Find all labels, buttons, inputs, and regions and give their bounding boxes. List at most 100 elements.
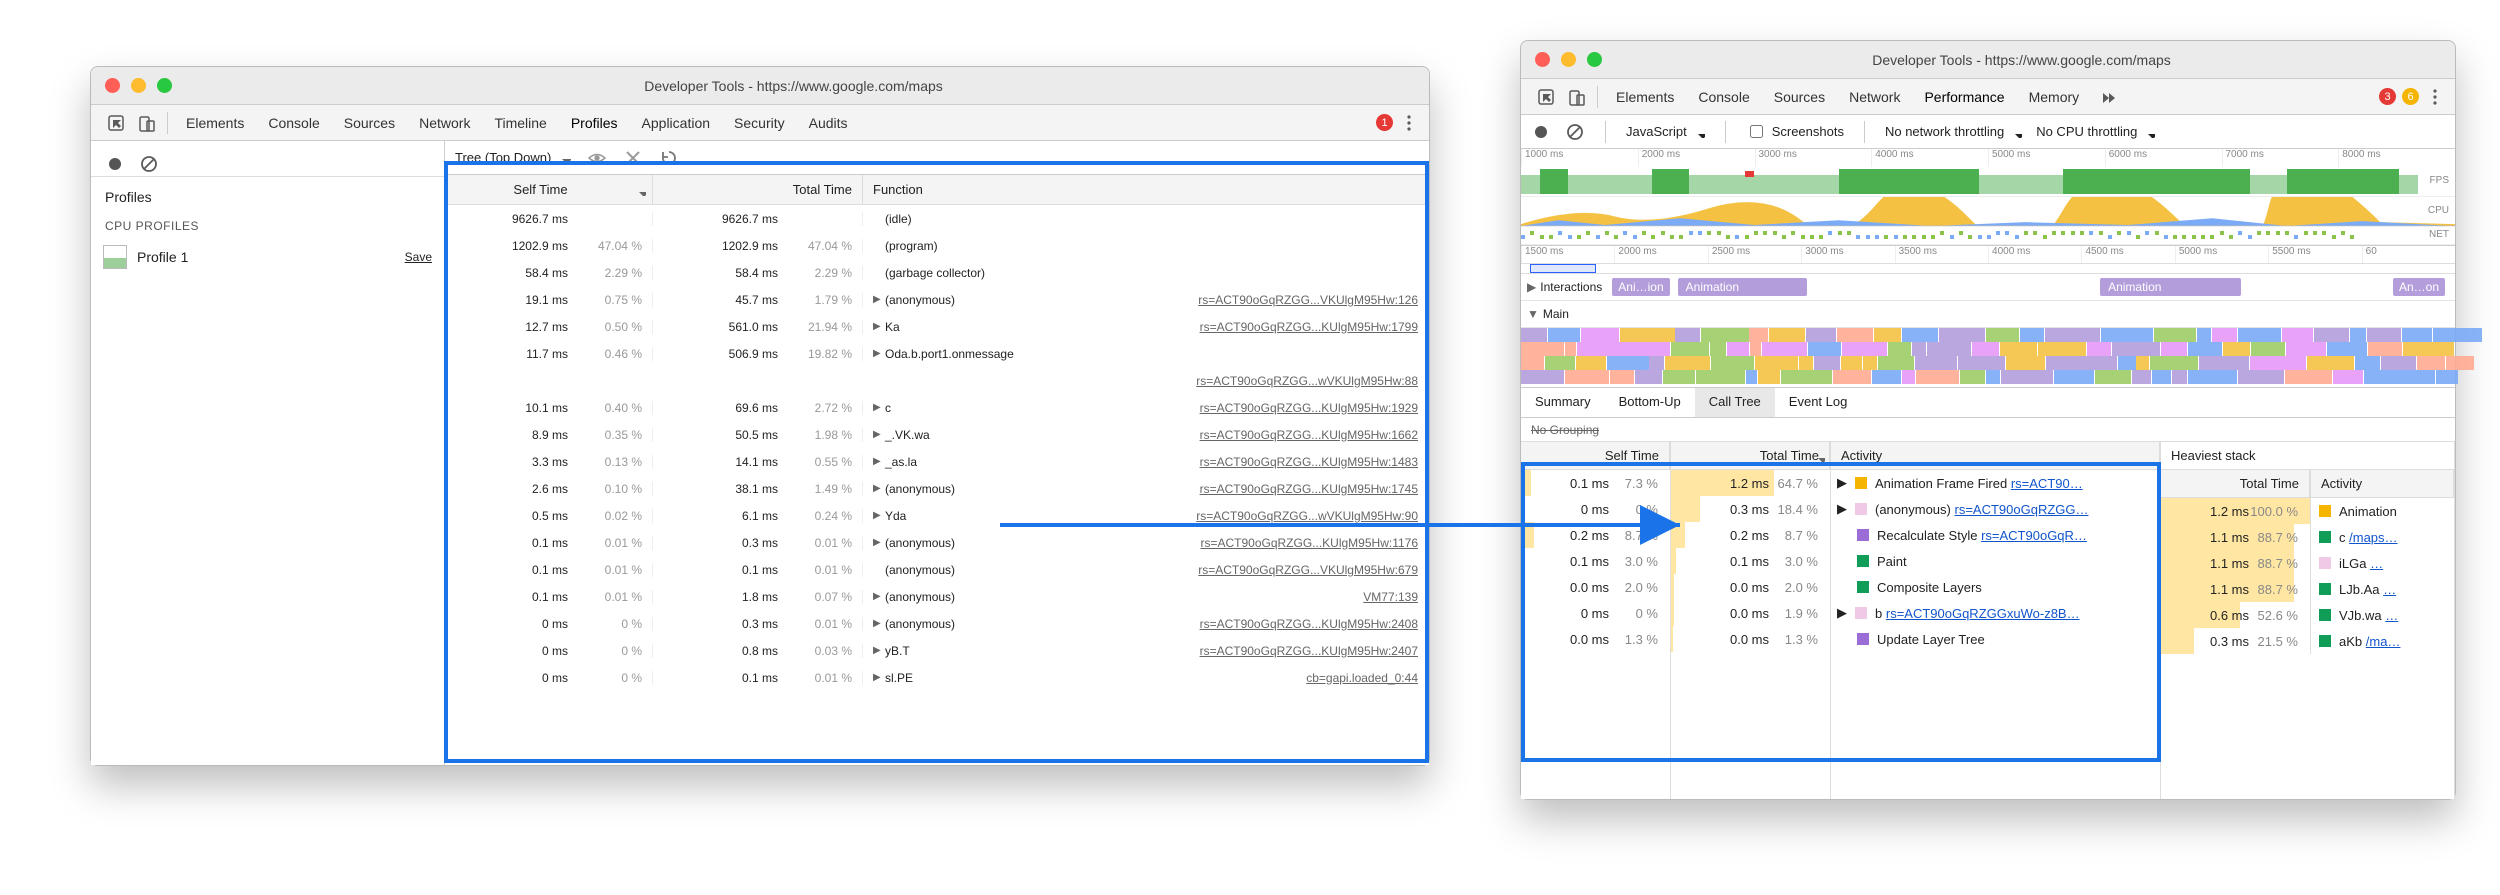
table-row[interactable]: 0 ms0 %0.8 ms0.03 %▶yB.Trs=ACT90oGqRZGG.… — [445, 637, 1429, 664]
table-row[interactable]: 2.6 ms0.10 %38.1 ms1.49 %▶(anonymous)rs=… — [445, 475, 1429, 502]
col-activity[interactable]: Activity — [1841, 448, 1882, 463]
subtab-bottom-up[interactable]: Bottom-Up — [1605, 388, 1695, 417]
more-icon[interactable] — [2425, 87, 2445, 107]
tab-audits[interactable]: Audits — [797, 109, 860, 137]
zoom-icon[interactable] — [1587, 52, 1602, 67]
tab-network[interactable]: Network — [407, 109, 482, 137]
interactions-track[interactable]: ▶ Interactions Ani…ion Animation Animati… — [1521, 274, 2455, 301]
device-icon[interactable] — [1561, 87, 1591, 107]
source-link[interactable]: rs=ACT90oGqRZGG...KUlgM95Hw:1662 — [1188, 428, 1418, 442]
cpu-lane[interactable]: CPU — [1521, 197, 2455, 227]
record-icon[interactable] — [105, 154, 125, 174]
screenshots-toggle[interactable]: Screenshots — [1746, 122, 1844, 141]
tab-console[interactable]: Console — [1686, 83, 1761, 111]
source-link[interactable]: rs=ACT90oGqRZGG...KUlgM95Hw:1929 — [1188, 401, 1418, 415]
minimize-icon[interactable] — [131, 78, 146, 93]
tab-sources[interactable]: Sources — [332, 109, 407, 137]
source-link[interactable]: rs=ACT90oGqRZGG...KUlgM95Hw:1483 — [1188, 455, 1418, 469]
tab-memory[interactable]: Memory — [2017, 83, 2092, 111]
subtab-event-log[interactable]: Event Log — [1775, 388, 1862, 417]
col-self-time[interactable]: Self Time — [445, 175, 653, 204]
device-icon[interactable] — [131, 113, 161, 133]
col-function[interactable]: Function — [863, 175, 1429, 204]
clear-icon[interactable] — [139, 154, 159, 174]
source-link[interactable]: rs=ACT90oGqRZGG...KUlgM95Hw:1745 — [1188, 482, 1418, 496]
tab-application[interactable]: Application — [630, 109, 723, 137]
activity-row[interactable]: ▶Animation Frame Fired rs=ACT90… — [1831, 470, 2160, 496]
activity-row[interactable]: Paint — [1831, 548, 2160, 574]
table-row[interactable]: 12.7 ms0.50 %561.0 ms21.94 %▶Kars=ACT90o… — [445, 313, 1429, 340]
error-badge[interactable]: 3 — [2379, 88, 2396, 105]
col-total-time[interactable]: Total Time — [653, 175, 863, 204]
col-total[interactable]: Total Time — [1760, 448, 1819, 463]
net-lane[interactable]: NET — [1521, 227, 2455, 245]
table-row[interactable]: 0.1 ms0.01 %0.1 ms0.01 %(anonymous)rs=AC… — [445, 556, 1429, 583]
tab-sources[interactable]: Sources — [1762, 83, 1837, 111]
source-link[interactable]: cb=gapi.loaded_0:44 — [1294, 671, 1418, 685]
tab-security[interactable]: Security — [722, 109, 797, 137]
focus-icon[interactable] — [587, 148, 607, 168]
activity-row[interactable]: aKb /ma… — [2311, 628, 2454, 654]
col-self[interactable]: Self Time — [1605, 448, 1659, 463]
close-icon[interactable] — [105, 78, 120, 93]
network-throttle-select[interactable]: No network throttling — [1885, 124, 2022, 139]
activity-row[interactable]: ▶b rs=ACT90oGqRZGGxuWo-z8B… — [1831, 600, 2160, 626]
source-link[interactable]: rs=ACT90oGqRZGG...KUlgM95Hw:1176 — [1188, 536, 1418, 550]
save-link[interactable]: Save — [405, 250, 432, 264]
table-row[interactable]: 0.5 ms0.02 %6.1 ms0.24 %▶Ydars=ACT90oGqR… — [445, 502, 1429, 529]
source-link[interactable]: rs=ACT90oGqRZGG...wVKUlgM95Hw:88 — [1184, 374, 1418, 388]
clear-icon[interactable] — [1565, 122, 1585, 142]
error-badge[interactable]: 1 — [1376, 114, 1393, 131]
record-icon[interactable] — [1531, 122, 1551, 142]
profile-item[interactable]: Profile 1 Save — [91, 239, 444, 275]
activity-row[interactable]: LJb.Aa … — [2311, 576, 2454, 602]
source-link[interactable]: rs=ACT90oGqRZGG...KUlgM95Hw:2407 — [1188, 644, 1418, 658]
grouping-select[interactable]: No Grouping — [1531, 423, 1599, 437]
activity-row[interactable]: VJb.wa … — [2311, 602, 2454, 628]
activity-row[interactable]: Animation — [2311, 498, 2454, 524]
source-link[interactable]: rs=ACT90oGqRZGG...KUlgM95Hw:1799 — [1188, 320, 1418, 334]
source-link[interactable]: rs=ACT90oGqRZGG...VKUlgM95Hw:679 — [1186, 563, 1418, 577]
table-row[interactable]: rs=ACT90oGqRZGG...wVKUlgM95Hw:88 — [445, 367, 1429, 394]
table-row[interactable]: 19.1 ms0.75 %45.7 ms1.79 %▶(anonymous)rs… — [445, 286, 1429, 313]
delete-icon[interactable] — [623, 148, 643, 168]
subtab-call-tree[interactable]: Call Tree — [1695, 388, 1775, 417]
screenshots-checkbox[interactable] — [1750, 125, 1763, 138]
table-row[interactable]: 10.1 ms0.40 %69.6 ms2.72 %▶crs=ACT90oGqR… — [445, 394, 1429, 421]
table-row[interactable]: 9626.7 ms9626.7 ms(idle) — [445, 205, 1429, 232]
table-row[interactable]: 0 ms0 %0.1 ms0.01 %▶sl.PEcb=gapi.loaded_… — [445, 664, 1429, 691]
source-link[interactable]: rs=ACT90oGqRZGG...wVKUlgM95Hw:90 — [1184, 509, 1418, 523]
more-icon[interactable] — [1399, 113, 1419, 133]
table-row[interactable]: 0.1 ms0.01 %0.3 ms0.01 %▶(anonymous)rs=A… — [445, 529, 1429, 556]
source-link[interactable]: rs=ACT90oGqRZGG...KUlgM95Hw:2408 — [1188, 617, 1418, 631]
overflow-icon[interactable] — [2097, 88, 2115, 106]
tab-elements[interactable]: Elements — [174, 109, 256, 137]
tab-performance[interactable]: Performance — [1912, 83, 2016, 111]
table-row[interactable]: 0 ms0 %0.3 ms0.01 %▶(anonymous)rs=ACT90o… — [445, 610, 1429, 637]
warn-badge[interactable]: 6 — [2402, 88, 2419, 105]
tab-timeline[interactable]: Timeline — [482, 109, 558, 137]
source-link[interactable]: VM77:139 — [1351, 590, 1418, 604]
activity-row[interactable]: Update Layer Tree — [1831, 626, 2160, 652]
table-row[interactable]: 1202.9 ms47.04 %1202.9 ms47.04 %(program… — [445, 232, 1429, 259]
table-row[interactable]: 8.9 ms0.35 %50.5 ms1.98 %▶_.VK.wars=ACT9… — [445, 421, 1429, 448]
view-mode-select[interactable]: Tree (Top Down) — [455, 150, 571, 165]
source-link[interactable]: rs=ACT90oGqRZGG...VKUlgM95Hw:126 — [1186, 293, 1418, 307]
reload-icon[interactable] — [659, 148, 679, 168]
table-row[interactable]: 58.4 ms2.29 %58.4 ms2.29 %(garbage colle… — [445, 259, 1429, 286]
table-row[interactable]: 11.7 ms0.46 %506.9 ms19.82 %▶Oda.b.port1… — [445, 340, 1429, 367]
zoom-icon[interactable] — [157, 78, 172, 93]
flame-chart[interactable] — [1521, 328, 2455, 388]
activity-row[interactable]: Composite Layers — [1831, 574, 2160, 600]
main-track-header[interactable]: ▼ Main — [1521, 301, 2455, 328]
table-row[interactable]: 0.1 ms0.01 %1.8 ms0.07 %▶(anonymous)VM77… — [445, 583, 1429, 610]
table-row[interactable]: 3.3 ms0.13 %14.1 ms0.55 %▶_as.lars=ACT90… — [445, 448, 1429, 475]
minimize-icon[interactable] — [1561, 52, 1576, 67]
col-total[interactable]: Total Time — [2240, 476, 2299, 491]
activity-row[interactable]: Recalculate Style rs=ACT90oGqR… — [1831, 522, 2160, 548]
range-selector[interactable] — [1521, 264, 2455, 274]
activity-row[interactable]: ▶(anonymous) rs=ACT90oGqRZGG… — [1831, 496, 2160, 522]
inspect-icon[interactable] — [101, 113, 131, 133]
cpu-throttle-select[interactable]: No CPU throttling — [2036, 124, 2155, 139]
fps-lane[interactable]: FPS — [1521, 167, 2455, 197]
